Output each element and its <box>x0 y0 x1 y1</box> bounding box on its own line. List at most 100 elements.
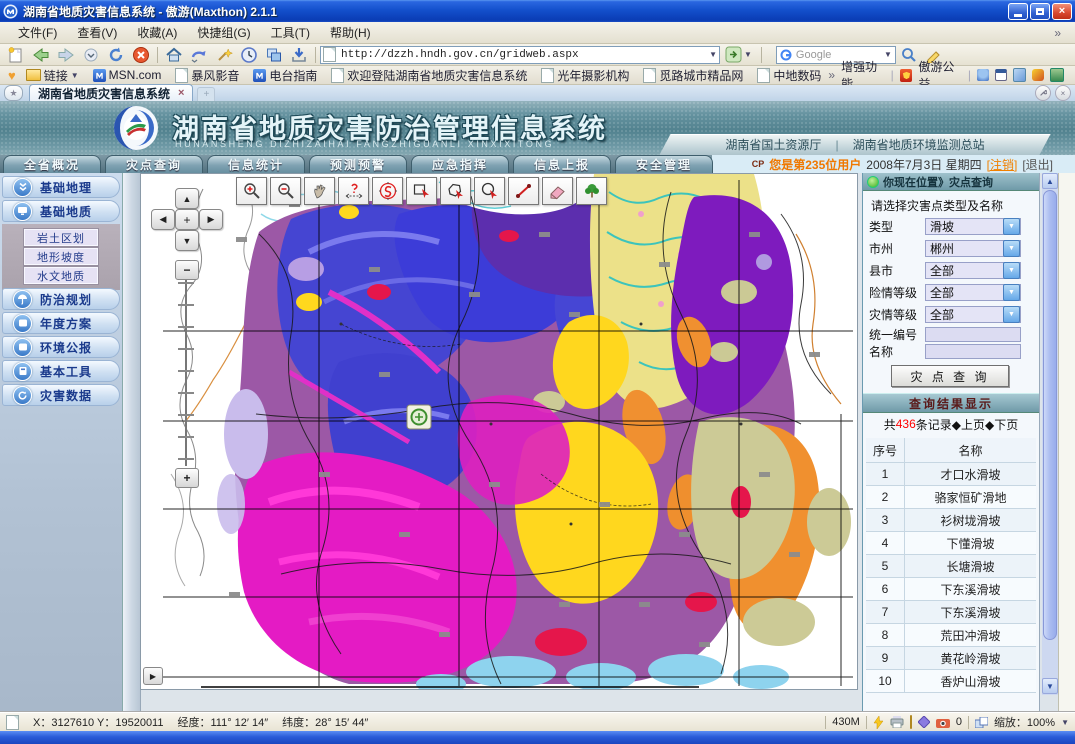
history-dropdown-icon[interactable] <box>79 45 103 65</box>
links-folder-button[interactable]: 链接 ▼ <box>19 67 86 84</box>
v-badge-icon[interactable] <box>1032 69 1044 81</box>
go-button[interactable]: ▼ <box>725 46 752 63</box>
table-row[interactable]: 9黄花岭滑坡 <box>866 647 1036 670</box>
pan-right-button[interactable]: ▶ <box>199 209 223 230</box>
restore-button[interactable] <box>1030 3 1050 20</box>
sidebar-item-prevention-plan[interactable]: 防治规划 <box>2 288 120 310</box>
geological-map[interactable] <box>141 174 857 689</box>
table-row[interactable]: 3衫树垅滑坡 <box>866 509 1036 532</box>
link-welcome-system[interactable]: 欢迎登陆湖南省地质灾害信息系统 <box>324 67 534 84</box>
menu-help[interactable]: 帮助(H) <box>320 22 381 43</box>
logout-link[interactable]: [注销] <box>987 156 1018 173</box>
table-row[interactable]: 8荒田冲滑坡 <box>866 624 1036 647</box>
sidebar-item-annual-plan[interactable]: 年度方案 <box>2 312 120 334</box>
page-zoom-control[interactable]: 缩放：100% <box>994 714 1055 730</box>
severity-level-select[interactable]: 全部 ▼ <box>925 306 1021 323</box>
next-page-link[interactable]: ◆下页 <box>985 416 1018 433</box>
link-photo[interactable]: 光年摄影机构 <box>534 67 636 84</box>
printer-icon[interactable] <box>890 716 904 728</box>
zoom-in-tool[interactable] <box>236 177 267 205</box>
new-tab-button[interactable] <box>4 45 28 65</box>
polygon-select-tool[interactable] <box>440 177 471 205</box>
menu-groups[interactable]: 快捷组(G) <box>187 22 260 43</box>
window-icon[interactable] <box>995 69 1007 81</box>
nav-tab-forecast-warning[interactable]: 预测预警 <box>309 155 407 173</box>
active-page-tab[interactable]: 湖南省地质灾害信息系统 × <box>29 84 193 101</box>
pan-up-button[interactable]: ▲ <box>175 188 199 209</box>
nav-tab-overview[interactable]: 全省概况 <box>3 155 101 173</box>
table-row[interactable]: 5长塘滑坡 <box>866 555 1036 578</box>
link-msn[interactable]: MSN.com <box>86 68 169 82</box>
undo-button[interactable] <box>187 45 211 65</box>
pan-left-button[interactable]: ◀ <box>151 209 175 230</box>
tab-close-icon[interactable]: × <box>178 87 184 99</box>
pan-tool[interactable] <box>304 177 335 205</box>
type-select[interactable]: 滑坡 ▼ <box>925 218 1021 235</box>
link-land-resources-dept[interactable]: 湖南省国土资源厅 <box>725 136 821 153</box>
nav-tab-statistics[interactable]: 信息统计 <box>207 155 305 173</box>
menu-tools[interactable]: 工具(T) <box>261 22 320 43</box>
county-select[interactable]: 全部 ▼ <box>925 262 1021 279</box>
exit-link[interactable]: [退出] <box>1022 156 1053 173</box>
link-windows-button[interactable] <box>262 45 286 65</box>
slider-zoom-in-button[interactable]: + <box>175 468 199 488</box>
pan-center-button[interactable]: + <box>175 209 199 230</box>
link-radio[interactable]: 电台指南 <box>246 67 324 84</box>
sidebar-item-env-bulletin[interactable]: 环境公报 <box>2 336 120 358</box>
sidebar-subitem-terrain-slope[interactable]: 地形坡度 <box>24 248 98 265</box>
favorites-star-icon[interactable]: ★ <box>4 85 23 101</box>
maxthon-shield-icon[interactable] <box>900 69 913 82</box>
sidebar-item-base-geology[interactable]: 基础地质 <box>2 200 120 222</box>
sidebar-item-base-geography[interactable]: 基础地理 <box>2 176 120 198</box>
table-row[interactable]: 10香炉山滑坡 <box>866 670 1036 693</box>
close-button[interactable]: × <box>1052 3 1072 20</box>
menu-favorites[interactable]: 收藏(A) <box>127 22 187 43</box>
sidebar-subitem-hydrogeology[interactable]: 水文地质 <box>24 267 98 284</box>
select-caret-icon[interactable]: ▼ <box>1003 262 1020 279</box>
select-caret-icon[interactable]: ▼ <box>1003 284 1020 301</box>
table-row[interactable]: 6下东溪滑坡 <box>866 578 1036 601</box>
table-row[interactable]: 4下懂滑坡 <box>866 532 1036 555</box>
menu-view[interactable]: 查看(V) <box>67 22 127 43</box>
close-tab-round-icon[interactable]: × <box>1055 85 1071 101</box>
menu-file[interactable]: 文件(F) <box>8 22 67 43</box>
rect-select-tool[interactable] <box>406 177 437 205</box>
sidebar-subitem-rock-zoning[interactable]: 岩土区划 <box>24 229 98 246</box>
note-icon[interactable] <box>1013 68 1027 82</box>
slider-zoom-out-button[interactable]: − <box>175 260 199 280</box>
scroll-up-icon[interactable]: ▲ <box>1042 173 1058 189</box>
sidebar-item-basic-tools[interactable]: 基本工具 <box>2 360 120 382</box>
boost-lightning-icon[interactable] <box>873 716 884 729</box>
link-geo-env-station[interactable]: 湖南省地质环境监测总站 <box>853 136 985 153</box>
nav-tab-emergency[interactable]: 应急指挥 <box>411 155 509 173</box>
url-dropdown-icon[interactable]: ▼ <box>709 50 717 59</box>
links-overflow-chevron-icon[interactable]: » <box>828 68 835 82</box>
nav-tab-disaster-query[interactable]: 灾点查询 <box>105 155 203 173</box>
circle-select-tool[interactable] <box>474 177 505 205</box>
link-zhongdi[interactable]: 中地数码 <box>750 67 828 84</box>
select-caret-icon[interactable]: ▼ <box>1003 306 1020 323</box>
url-input[interactable] <box>339 48 706 62</box>
go-dropdown-icon[interactable]: ▼ <box>744 50 752 59</box>
table-row[interactable]: 1才口水滑坡 <box>866 463 1036 486</box>
diamond-plugin-icon[interactable] <box>918 716 930 728</box>
map-scroll-right-button[interactable]: ▶ <box>143 667 163 685</box>
nav-tab-security[interactable]: 安全管理 <box>615 155 713 173</box>
nav-tab-info-report[interactable]: 信息上报 <box>513 155 611 173</box>
map-viewport[interactable]: ▲ ◀ + ▶ ▼ − + ▶ <box>140 173 858 690</box>
draw-line-tool[interactable] <box>508 177 539 205</box>
vertical-scrollbar[interactable]: ▲ ▼ <box>1042 173 1058 695</box>
snapshot-camera-icon[interactable] <box>936 717 950 728</box>
collector-heart-icon[interactable]: ♥ <box>5 68 19 83</box>
sidebar-item-disaster-data[interactable]: 灾害数据 <box>2 384 120 406</box>
back-button[interactable] <box>29 45 53 65</box>
name-input[interactable] <box>925 344 1021 359</box>
scroll-down-icon[interactable]: ▼ <box>1042 678 1058 694</box>
prev-page-link[interactable]: ◆上页 <box>952 416 985 433</box>
menu-overflow-chevron-icon[interactable]: » <box>1048 26 1067 40</box>
building-icon[interactable] <box>1050 68 1064 82</box>
table-row[interactable]: 2骆家恒矿滑地 <box>866 486 1036 509</box>
eraser-tool[interactable] <box>542 177 573 205</box>
pan-down-button[interactable]: ▼ <box>175 230 199 251</box>
forward-button[interactable] <box>54 45 78 65</box>
